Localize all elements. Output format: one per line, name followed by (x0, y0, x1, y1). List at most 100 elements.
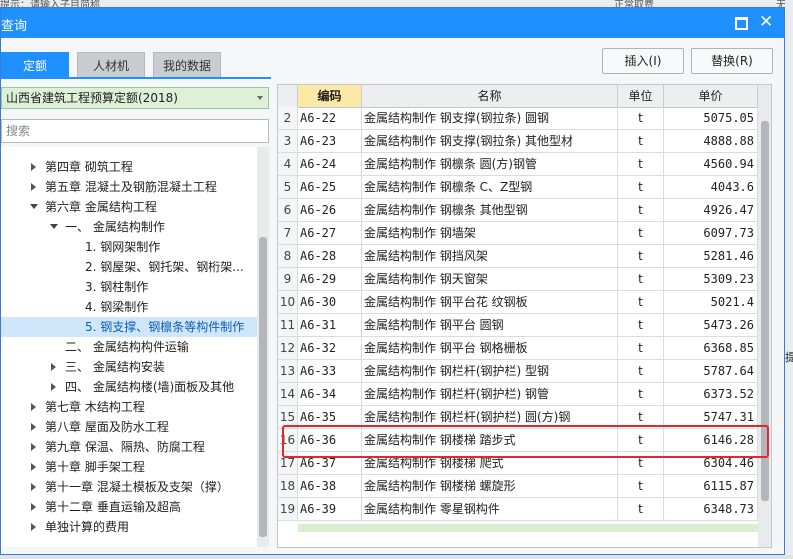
tree-node[interactable]: 第四章 砌筑工程 (1, 157, 257, 177)
row-code: A6-38 (298, 475, 362, 497)
table-row[interactable]: 12 A6-32 金属结构制作 钢平台 钢格栅板 t 6368.85 (278, 337, 758, 360)
insert-button[interactable]: 插入(I) (602, 48, 684, 74)
row-unit: t (618, 268, 664, 290)
tree-scrollbar[interactable] (257, 147, 269, 547)
table-row[interactable]: 19 A6-39 金属结构制作 零星钢构件 t 6348.73 (278, 498, 758, 521)
table-row[interactable]: 13 A6-33 金属结构制作 钢栏杆(钢护栏) 型钢 t 5787.64 (278, 360, 758, 383)
row-code: A6-33 (298, 360, 362, 382)
row-price: 5473.26 (664, 314, 758, 336)
row-index: 3 (278, 130, 298, 152)
tree-node[interactable]: 二、 金属结构构件运输 (1, 337, 257, 357)
row-code: A6-32 (298, 337, 362, 359)
tree-node[interactable]: 4. 钢梁制作 (1, 297, 257, 317)
tree-node[interactable]: 一、 金属结构制作 (1, 217, 257, 237)
tree-node[interactable]: 第八章 屋面及防水工程 (1, 417, 257, 437)
row-code: A6-27 (298, 222, 362, 244)
table-row[interactable]: 18 A6-38 金属结构制作 钢楼梯 螺旋形 t 6115.87 (278, 475, 758, 498)
tree-node-selected[interactable]: 5. 钢支撑、钢檩条等构件制作 (1, 317, 257, 337)
tree-node[interactable]: 第十二章 垂直运输及超高 (1, 497, 257, 517)
row-code: A6-30 (298, 291, 362, 313)
expand-arrow-icon[interactable] (31, 423, 36, 431)
row-price: 4926.47 (664, 199, 758, 221)
quota-library-select[interactable]: 山西省建筑工程预算定额(2018) (1, 87, 269, 109)
header-name[interactable]: 名称 (362, 85, 618, 107)
row-index: 18 (278, 475, 298, 497)
chapter-tree: 第四章 砌筑工程 第五章 混凝土及钢筋混凝土工程 第六章 金属结构工程 一、 金… (1, 147, 257, 547)
tree-node[interactable]: 第九章 保温、隔热、防腐工程 (1, 437, 257, 457)
expand-arrow-icon[interactable] (31, 183, 36, 191)
row-unit: t (618, 337, 664, 359)
row-unit: t (618, 222, 664, 244)
expand-arrow-icon[interactable] (51, 383, 56, 391)
row-code: A6-39 (298, 498, 362, 520)
tree-node[interactable]: 第六章 金属结构工程 (1, 197, 257, 217)
close-icon[interactable]: ✕ (759, 12, 773, 32)
row-unit: t (618, 360, 664, 382)
row-unit: t (618, 130, 664, 152)
tree-node[interactable]: 3. 钢柱制作 (1, 277, 257, 297)
row-price: 5075.05 (664, 107, 758, 129)
row-price: 5787.64 (664, 360, 758, 382)
table-row[interactable]: 8 A6-28 金属结构制作 钢挡风架 t 5281.46 (278, 245, 758, 268)
table-row[interactable]: 10 A6-30 金属结构制作 钢平台花 纹钢板 t 5021.4 (278, 291, 758, 314)
tree-node[interactable]: 第五章 混凝土及钢筋混凝土工程 (1, 177, 257, 197)
row-name: 金属结构制作 钢支撑(钢拉条) 圆钢 (362, 107, 618, 129)
collapse-arrow-icon[interactable] (50, 224, 58, 229)
tree-node[interactable]: 第十一章 混凝土模板及支架（撑） (1, 477, 257, 497)
expand-arrow-icon[interactable] (31, 463, 36, 471)
table-row[interactable]: 11 A6-31 金属结构制作 钢平台 圆钢 t 5473.26 (278, 314, 758, 337)
table-row[interactable]: 6 A6-26 金属结构制作 钢檩条 其他型钢 t 4926.47 (278, 199, 758, 222)
search-input[interactable]: 搜索 (1, 119, 269, 143)
title-bar[interactable]: 查询 ✕ (1, 8, 784, 38)
row-unit: t (618, 383, 664, 405)
table-row[interactable]: 9 A6-29 金属结构制作 钢天窗架 t 5309.23 (278, 268, 758, 291)
row-unit: t (618, 107, 664, 129)
chevron-down-icon[interactable] (257, 96, 263, 100)
row-unit: t (618, 291, 664, 313)
row-unit: t (618, 176, 664, 198)
tab-labor-material-machine[interactable]: 人材机 (77, 52, 145, 78)
tree-node[interactable]: 单独计算的费用 (1, 517, 257, 537)
table-scrollbar[interactable] (758, 85, 771, 547)
row-code: A6-23 (298, 130, 362, 152)
maximize-icon[interactable] (735, 17, 748, 30)
table-row[interactable]: 7 A6-27 金属结构制作 钢墙架 t 6097.73 (278, 222, 758, 245)
expand-arrow-icon[interactable] (31, 403, 36, 411)
row-name: 金属结构制作 钢楼梯 螺旋形 (362, 475, 618, 497)
row-index: 11 (278, 314, 298, 336)
expand-arrow-icon[interactable] (31, 163, 36, 171)
tree-node[interactable]: 1. 钢网架制作 (1, 237, 257, 257)
row-code: A6-31 (298, 314, 362, 336)
expand-arrow-icon[interactable] (31, 523, 36, 531)
expand-arrow-icon[interactable] (31, 483, 36, 491)
row-code: A6-24 (298, 153, 362, 175)
header-code[interactable]: 编码 (298, 85, 362, 107)
expand-arrow-icon[interactable] (31, 503, 36, 511)
table-row[interactable]: 14 A6-34 金属结构制作 钢栏杆(钢护栏) 钢管 t 6373.52 (278, 383, 758, 406)
row-unit: t (618, 199, 664, 221)
tree-node[interactable]: 第十章 脚手架工程 (1, 457, 257, 477)
table-row[interactable]: 3 A6-23 金属结构制作 钢支撑(钢拉条) 其他型材 t 4888.88 (278, 130, 758, 153)
row-code: A6-29 (298, 268, 362, 290)
row-index: 13 (278, 360, 298, 382)
table-row[interactable]: 5 A6-25 金属结构制作 钢檩条 C、Z型钢 t 4043.6 (278, 176, 758, 199)
header-price[interactable]: 单价 (664, 85, 758, 107)
table-row[interactable]: 2 A6-22 金属结构制作 钢支撑(钢拉条) 圆钢 t 5075.05 (278, 107, 758, 130)
tree-scrollbar-thumb[interactable] (259, 237, 267, 537)
table-row[interactable]: 4 A6-24 金属结构制作 钢檩条 圆(方)钢管 t 4560.94 (278, 153, 758, 176)
tree-node[interactable]: 三、 金属结构安装 (1, 357, 257, 377)
tree-node[interactable]: 四、 金属结构楼(墙)面板及其他 (1, 377, 257, 397)
expand-arrow-icon[interactable] (51, 363, 56, 371)
collapse-arrow-icon[interactable] (30, 204, 38, 209)
tree-node[interactable]: 2. 钢屋架、钢托架、钢桁架... (1, 257, 257, 277)
row-price: 6368.85 (664, 337, 758, 359)
tree-node[interactable]: 第七章 木结构工程 (1, 397, 257, 417)
tab-underline (1, 77, 271, 79)
replace-button[interactable]: 替换(R) (691, 48, 773, 74)
row-code: A6-28 (298, 245, 362, 267)
tab-quota[interactable]: 定额 (1, 52, 69, 78)
row-price: 5309.23 (664, 268, 758, 290)
tab-my-data[interactable]: 我的数据 (153, 52, 221, 78)
expand-arrow-icon[interactable] (31, 443, 36, 451)
header-unit[interactable]: 单位 (618, 85, 664, 107)
